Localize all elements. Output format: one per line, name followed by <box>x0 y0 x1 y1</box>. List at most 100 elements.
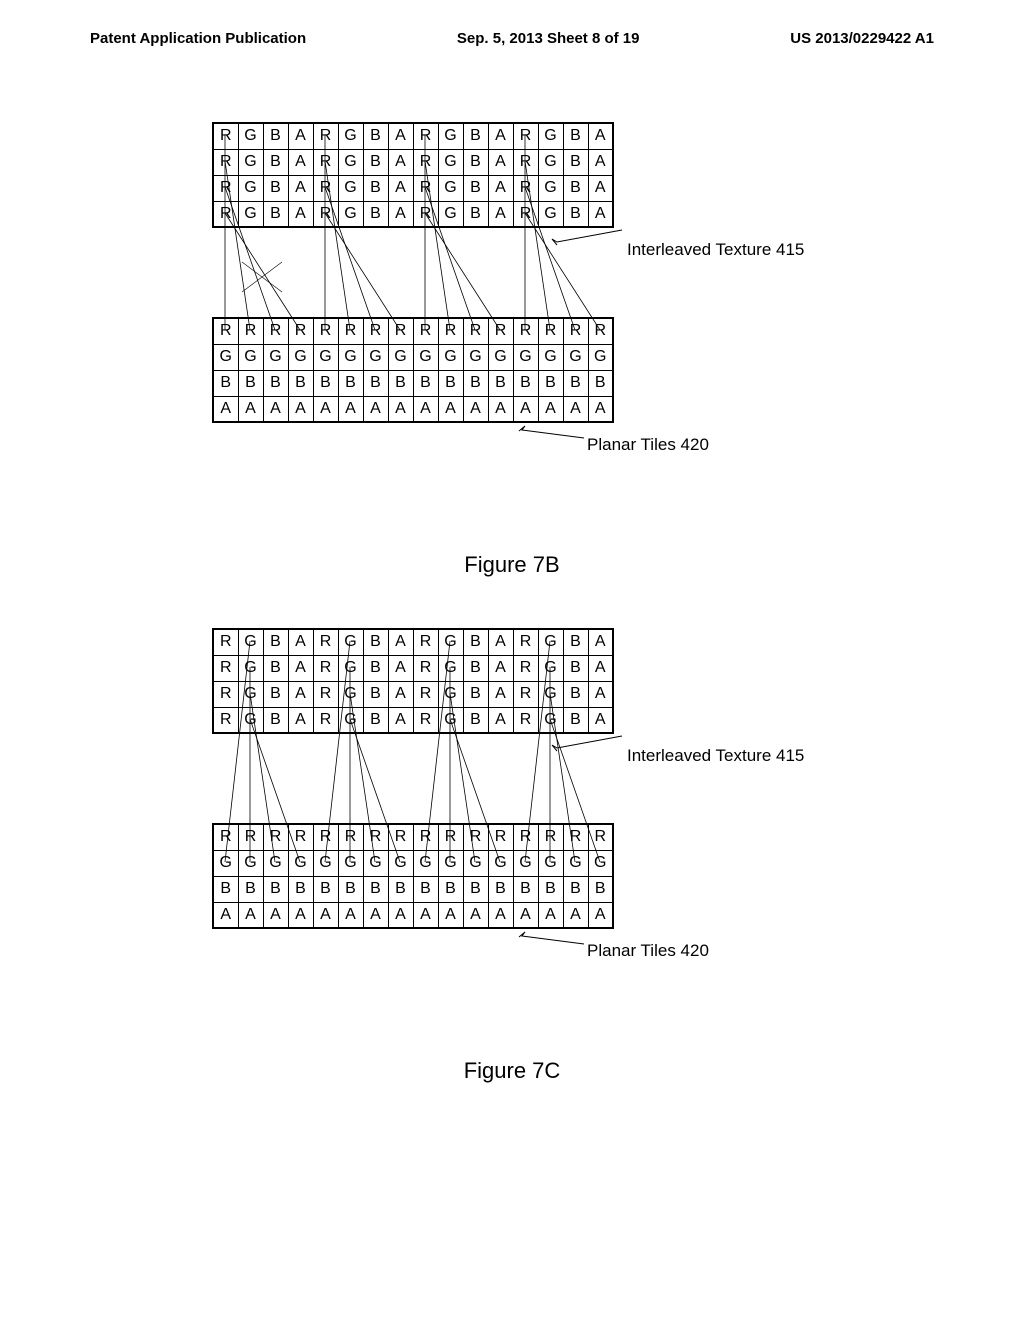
cell: B <box>313 370 338 396</box>
table-row: BBBBBBBBBBBBBBBB <box>213 876 613 902</box>
cell: A <box>588 149 613 175</box>
cell: A <box>513 396 538 422</box>
cell: B <box>513 370 538 396</box>
cell: R <box>213 149 238 175</box>
cell: G <box>463 344 488 370</box>
cell: R <box>213 824 238 850</box>
cell: B <box>363 175 388 201</box>
cell: A <box>388 149 413 175</box>
cell: B <box>388 370 413 396</box>
cell: G <box>488 850 513 876</box>
cell: R <box>263 318 288 344</box>
cell: R <box>513 149 538 175</box>
cell: B <box>563 655 588 681</box>
planar-tiles-grid-7b: RRRRRRRRRRRRRRRR GGGGGGGGGGGGGGGG BBBBBB… <box>212 317 614 423</box>
cell: R <box>413 123 438 149</box>
cell: R <box>413 707 438 733</box>
cell: A <box>588 201 613 227</box>
cell: R <box>438 318 463 344</box>
cell: A <box>363 396 388 422</box>
cell: B <box>263 201 288 227</box>
cell: B <box>238 876 263 902</box>
cell: A <box>463 902 488 928</box>
cell: B <box>563 370 588 396</box>
cell: B <box>338 370 363 396</box>
cell: G <box>538 175 563 201</box>
cell: B <box>488 876 513 902</box>
cell: A <box>363 902 388 928</box>
cell: R <box>513 175 538 201</box>
cell: G <box>338 123 363 149</box>
cell: A <box>488 707 513 733</box>
cell: B <box>263 681 288 707</box>
cell: R <box>213 318 238 344</box>
cell: B <box>213 370 238 396</box>
cell: A <box>388 396 413 422</box>
cell: R <box>213 681 238 707</box>
cell: B <box>413 370 438 396</box>
cell: B <box>488 370 513 396</box>
table-row: RGBARGBARGBARGBA <box>213 681 613 707</box>
cell: B <box>363 655 388 681</box>
cell: G <box>338 707 363 733</box>
cell: R <box>413 629 438 655</box>
cell: A <box>438 902 463 928</box>
cell: B <box>288 876 313 902</box>
cell: G <box>238 629 263 655</box>
cell: A <box>488 201 513 227</box>
cell: G <box>438 149 463 175</box>
table-row: RGBARGBARGBARGBA <box>213 707 613 733</box>
cell: G <box>563 344 588 370</box>
cell: R <box>363 318 388 344</box>
cell: G <box>538 149 563 175</box>
cell: G <box>338 655 363 681</box>
cell: G <box>313 344 338 370</box>
cell: B <box>363 149 388 175</box>
cell: R <box>313 123 338 149</box>
cell: B <box>213 876 238 902</box>
cell: R <box>413 681 438 707</box>
cell: A <box>388 175 413 201</box>
cell: R <box>313 175 338 201</box>
cell: R <box>513 681 538 707</box>
cell: B <box>238 370 263 396</box>
header-right: US 2013/0229422 A1 <box>790 30 934 47</box>
figure-7c: RGBARGBARGBARGBA RGBARGBARGBARGBA RGBARG… <box>82 628 942 1038</box>
cell: G <box>338 681 363 707</box>
table-row: RRRRRRRRRRRRRRRR <box>213 824 613 850</box>
cell: A <box>588 123 613 149</box>
header-center: Sep. 5, 2013 Sheet 8 of 19 <box>457 30 640 47</box>
cell: A <box>288 149 313 175</box>
table-row: BBBBBBBBBBBBBBBB <box>213 370 613 396</box>
planar-tiles-label-7b: Planar Tiles 420 <box>587 435 709 455</box>
cell: A <box>288 902 313 928</box>
cell: G <box>438 175 463 201</box>
cell: G <box>338 629 363 655</box>
cell: R <box>513 123 538 149</box>
interleaved-texture-grid-7c: RGBARGBARGBARGBA RGBARGBARGBARGBA RGBARG… <box>212 628 614 734</box>
cell: A <box>388 123 413 149</box>
cell: A <box>588 655 613 681</box>
cell: G <box>438 681 463 707</box>
cell: G <box>338 149 363 175</box>
cell: B <box>463 175 488 201</box>
cell: G <box>488 344 513 370</box>
cell: B <box>263 370 288 396</box>
cell: B <box>563 175 588 201</box>
table-row: RGBARGBARGBARGBA <box>213 149 613 175</box>
cell: G <box>438 629 463 655</box>
cell: B <box>563 707 588 733</box>
cell: R <box>413 655 438 681</box>
cell: G <box>513 850 538 876</box>
cell: A <box>538 396 563 422</box>
cell: A <box>288 681 313 707</box>
cell: G <box>538 850 563 876</box>
cell: A <box>288 655 313 681</box>
cell: A <box>388 655 413 681</box>
cell: G <box>213 344 238 370</box>
cell: G <box>538 344 563 370</box>
cell: R <box>313 681 338 707</box>
cell: B <box>563 149 588 175</box>
cell: R <box>463 318 488 344</box>
cell: B <box>463 123 488 149</box>
